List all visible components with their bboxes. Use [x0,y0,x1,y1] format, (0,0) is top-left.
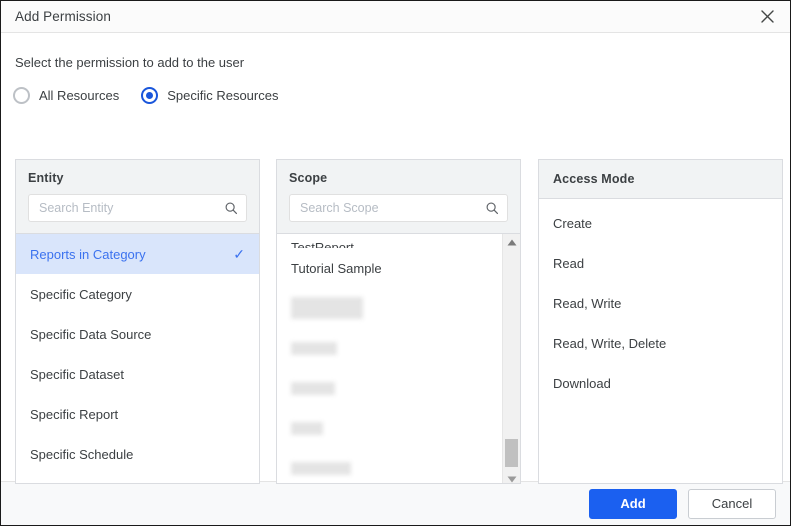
instruction-text: Select the permission to add to the user [15,55,245,70]
dialog-body: Select the permission to add to the user… [1,33,790,484]
radio-specific-resources[interactable]: Specific Resources [141,87,278,104]
scope-list-item-redacted[interactable] [277,328,502,368]
check-icon: ✓ [233,246,245,262]
radio-all-resources-mark [13,87,30,104]
dialog-footer: Add Cancel [1,481,790,525]
add-button[interactable]: Add [589,488,677,519]
search-input-entity[interactable] [39,201,224,215]
access-mode-item-label: Read [553,255,585,271]
redacted-label [291,297,363,319]
redacted-label [291,421,323,435]
close-icon[interactable] [756,6,778,28]
radio-specific-resources-mark [141,87,159,104]
redacted-label [291,461,351,475]
access-mode-item-label: Create [553,215,593,231]
access-mode-panel-header: Access Mode [539,160,782,199]
entity-list-item-specific-dataset[interactable]: Specific Dataset [16,354,259,394]
scope-list-item-label: TestReport [291,240,354,248]
access-mode-list: Create Read Read, Write Read, Write, Del… [539,199,782,483]
search-icon [485,201,499,215]
access-mode-item-create[interactable]: Create [539,203,782,243]
radio-specific-resources-label: Specific Resources [167,88,279,103]
entity-list-item-label: Reports in Category [30,246,146,262]
scrollbar-thumb[interactable] [505,439,518,467]
entity-list-item-specific-category[interactable]: Specific Category [16,274,259,314]
selection-panels: Entity Reports in Category [1,159,790,484]
scope-list-item-redacted[interactable] [277,408,502,448]
radio-all-resources[interactable]: All Resources [13,87,119,104]
entity-list-item-label: Specific Data Source [30,326,152,342]
entity-list-item-specific-data-source[interactable]: Specific Data Source [16,314,259,354]
entity-search-box[interactable] [28,194,247,222]
scope-list-item-clipped[interactable]: TestReport [277,234,502,248]
entity-list-item-specific-report[interactable]: Specific Report [16,394,259,434]
entity-panel-title: Entity [28,171,64,185]
access-mode-item-label: Read, Write, Delete [553,335,667,351]
dialog-title: Add Permission [15,9,111,24]
scope-panel-title: Scope [289,171,328,185]
scope-list-item-tutorial-sample[interactable]: Tutorial Sample [277,248,502,288]
scope-search-box[interactable] [289,194,508,222]
scope-list-container: TestReport Tutorial Sample [277,234,520,483]
scope-list-item-label: Tutorial Sample [291,260,382,276]
access-mode-item-read-write-delete[interactable]: Read, Write, Delete [539,323,782,363]
entity-panel: Entity Reports in Category [15,159,260,484]
access-mode-item-read[interactable]: Read [539,243,782,283]
entity-list: Reports in Category ✓ Specific Category … [16,234,259,483]
entity-list-item-label: Specific Category [30,286,132,302]
scope-list: TestReport Tutorial Sample [277,234,502,483]
scope-scrollbar[interactable] [502,234,520,483]
access-mode-panel-title: Access Mode [553,172,635,186]
access-mode-panel: Access Mode Create Read Read, Write Read… [538,159,783,484]
search-icon [224,201,238,215]
scope-list-item-redacted[interactable] [277,448,502,483]
access-mode-item-download[interactable]: Download [539,363,782,403]
scroll-up-icon[interactable] [503,234,520,251]
resource-scope-radio-group: All Resources Specific Resources [13,87,278,104]
access-mode-item-label: Download [553,375,611,391]
cancel-button[interactable]: Cancel [688,488,776,519]
scope-list-item-redacted[interactable] [277,368,502,408]
entity-panel-header: Entity [16,160,259,234]
redacted-label [291,381,335,395]
entity-list-item-specific-schedule[interactable]: Specific Schedule [16,434,259,474]
scope-list-item-redacted[interactable] [277,288,502,328]
entity-list-item-label: Specific Dataset [30,366,124,382]
radio-all-resources-label: All Resources [39,88,120,103]
entity-list-item-label: Specific Report [30,406,119,422]
scope-panel-header: Scope [277,160,520,234]
redacted-label [291,341,337,355]
add-permission-dialog: Add Permission Select the permission to … [0,0,791,526]
entity-list-item-reports-in-category[interactable]: Reports in Category ✓ [16,234,259,274]
dialog-titlebar: Add Permission [1,1,790,33]
scope-panel: Scope TestReport [276,159,521,484]
access-mode-item-label: Read, Write [553,295,622,311]
search-input-scope[interactable] [300,201,485,215]
scroll-down-icon[interactable] [503,471,520,483]
access-mode-item-read-write[interactable]: Read, Write [539,283,782,323]
entity-list-item-label: Specific Schedule [30,446,134,462]
